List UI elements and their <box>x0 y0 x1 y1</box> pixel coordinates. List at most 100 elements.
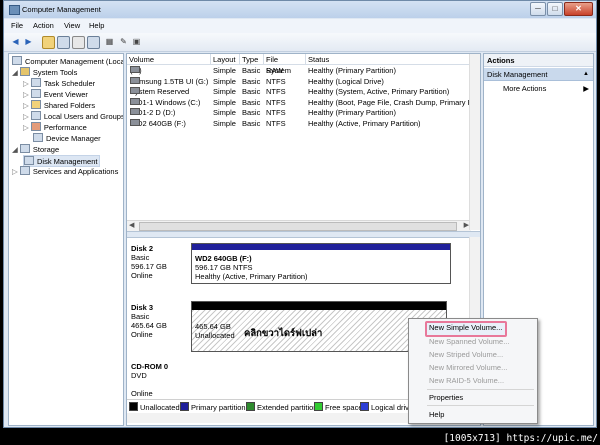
disk3-state: Online <box>131 330 153 339</box>
drive-icon <box>130 97 140 105</box>
disk2-partition[interactable]: WD2 640GB (F:) 596.17 GB NTFS Healthy (A… <box>191 243 451 284</box>
column-file-system[interactable]: File System <box>264 54 306 75</box>
disk2-partition-name: WD2 640GB (F:) <box>195 254 252 263</box>
help-icon[interactable] <box>87 36 100 49</box>
column-layout[interactable]: Layout <box>211 54 240 65</box>
menu-new-simple-volume[interactable]: New Simple Volume... <box>429 323 502 332</box>
horizontal-scrollbar[interactable]: ◀ ▶ <box>127 220 471 231</box>
menu-new-striped-volume[interactable]: New Striped Volume... <box>429 350 503 359</box>
volume-name: System Reserved <box>130 87 190 96</box>
volume-filesystem: NTFS <box>266 108 286 117</box>
volume-status: Healthy (System, Active, Primary Partiti… <box>308 87 450 96</box>
event-icon <box>30 89 41 98</box>
clock-icon <box>30 78 41 87</box>
disk2-partition-status: Healthy (Active, Primary Partition) <box>195 272 308 281</box>
tree-item-system-tools[interactable]: ◢ System Tools <box>12 67 77 77</box>
tree-item-services-applications[interactable]: ▷ Services and Applications <box>12 166 118 176</box>
disk3-partition-bar <box>192 302 446 310</box>
volume-name: WD1-2 D (D:) <box>130 108 176 117</box>
menu-new-mirrored-volume[interactable]: New Mirrored Volume... <box>429 363 507 372</box>
menu-properties[interactable]: Properties <box>429 393 463 402</box>
disk3-partition-status: Unallocated <box>195 331 235 340</box>
storage-icon <box>19 144 30 153</box>
tree-item-shared-folders[interactable]: ▷ Shared Folders <box>23 100 95 110</box>
menu-help[interactable]: Help <box>89 21 104 30</box>
volume-type: Basic <box>242 76 261 86</box>
menu-file[interactable]: File <box>11 21 23 30</box>
volume-layout: Simple <box>213 66 236 75</box>
volume-status: Healthy (Primary Partition) <box>308 66 396 75</box>
services-icon <box>19 166 30 175</box>
watermark: [1005x713] https://upic.me/ <box>443 433 598 444</box>
volume-status: Healthy (Logical Drive) <box>308 76 384 86</box>
column-volume[interactable]: Volume <box>127 54 211 65</box>
menu-new-raid5-volume[interactable]: New RAID-5 Volume... <box>429 376 504 385</box>
disk2-name: Disk 2 <box>131 244 154 253</box>
volume-type: Basic <box>242 108 261 117</box>
tree-item-storage[interactable]: ◢ Storage <box>12 144 59 154</box>
title-bar: Computer Management ─ □ ✕ <box>4 1 596 18</box>
show-tree-icon[interactable] <box>57 36 70 49</box>
menu-action[interactable]: Action <box>33 21 54 30</box>
tree-item-local-users[interactable]: ▷ Local Users and Groups <box>23 111 123 121</box>
column-type[interactable]: Type <box>240 54 264 65</box>
legend-swatch <box>360 402 369 411</box>
actions-section-disk-management[interactable]: Disk Management ▲ <box>484 68 593 81</box>
legend-free-space: Free space <box>314 402 363 412</box>
performance-icon <box>30 122 41 131</box>
disk3-partition-size: 465.64 GB <box>195 322 231 331</box>
volume-list-vertical-scrollbar[interactable] <box>469 54 480 230</box>
close-button[interactable]: ✕ <box>564 2 593 16</box>
volume-filesystem: NTFS <box>266 118 286 128</box>
tree-item-event-viewer[interactable]: ▷ Event Viewer <box>23 89 88 99</box>
tree-item-device-manager[interactable]: Device Manager <box>33 133 101 143</box>
cdrom-type: DVD <box>131 371 147 380</box>
collapse-icon: ▲ <box>583 71 589 77</box>
up-folder-icon[interactable] <box>42 36 55 49</box>
window-title: Computer Management <box>22 5 101 14</box>
cdrom-info: CD-ROM 0 DVD Online <box>131 362 168 398</box>
pane-splitter[interactable] <box>127 231 480 238</box>
volume-status: Healthy (Primary Partition) <box>308 108 396 117</box>
disk2-size: 596.17 GB <box>131 262 167 271</box>
menu-separator <box>427 405 534 406</box>
disk2-partition-size: 596.17 GB NTFS <box>195 263 253 272</box>
tree-item-task-scheduler[interactable]: ▷ Task Scheduler <box>23 78 95 88</box>
actions-header: Actions <box>484 54 593 67</box>
forward-icon[interactable]: ▶ <box>23 36 34 47</box>
context-menu: New Simple Volume... New Spanned Volume.… <box>408 318 538 424</box>
legend-swatch <box>314 402 323 411</box>
volume-status: Healthy (Active, Primary Partition) <box>308 118 421 128</box>
volume-name: WD2 640GB (F:) <box>130 118 186 128</box>
menu-new-spanned-volume[interactable]: New Spanned Volume... <box>429 337 509 346</box>
folder-icon <box>30 100 41 109</box>
disk3-name: Disk 3 <box>131 303 154 312</box>
maximize-button[interactable]: □ <box>547 2 563 16</box>
cdrom-state: Online <box>131 389 153 398</box>
refresh-icon[interactable]: ▦ <box>104 36 115 47</box>
disk3-size: 465.64 GB <box>131 321 167 330</box>
volume-filesystem: NTFS <box>266 87 286 96</box>
menu-help-item[interactable]: Help <box>429 410 444 419</box>
minimize-button[interactable]: ─ <box>530 2 546 16</box>
export-icon[interactable]: ✎ <box>118 36 129 47</box>
toolbar: ◀ ▶ ▦ ✎ ▣ <box>4 33 596 52</box>
scroll-left-icon[interactable]: ◀ <box>129 221 134 229</box>
back-icon[interactable]: ◀ <box>10 36 21 47</box>
settings-icon[interactable]: ▣ <box>131 36 142 47</box>
tree-item-performance[interactable]: ▷ Performance <box>23 122 87 132</box>
legend-swatch <box>180 402 189 411</box>
volume-type: Basic <box>242 118 261 128</box>
volume-name: WD1-1 Windows (C:) <box>130 97 201 107</box>
disk2-info: Disk 2 Basic 596.17 GB Online <box>131 244 167 280</box>
scroll-thumb[interactable] <box>139 222 457 231</box>
properties-icon[interactable] <box>72 36 85 49</box>
volume-filesystem: RAW <box>266 66 284 75</box>
volume-filesystem: NTFS <box>266 97 286 107</box>
disk3-info: Disk 3 Basic 465.64 GB Online <box>131 303 167 339</box>
menu-view[interactable]: View <box>64 21 80 30</box>
column-status[interactable]: Status <box>306 54 472 65</box>
legend-logical: Logical drive <box>360 402 413 412</box>
more-actions-link[interactable]: More Actions ▶ <box>484 82 593 95</box>
tree-item-computer-management[interactable]: Computer Management (Local <box>12 56 123 66</box>
